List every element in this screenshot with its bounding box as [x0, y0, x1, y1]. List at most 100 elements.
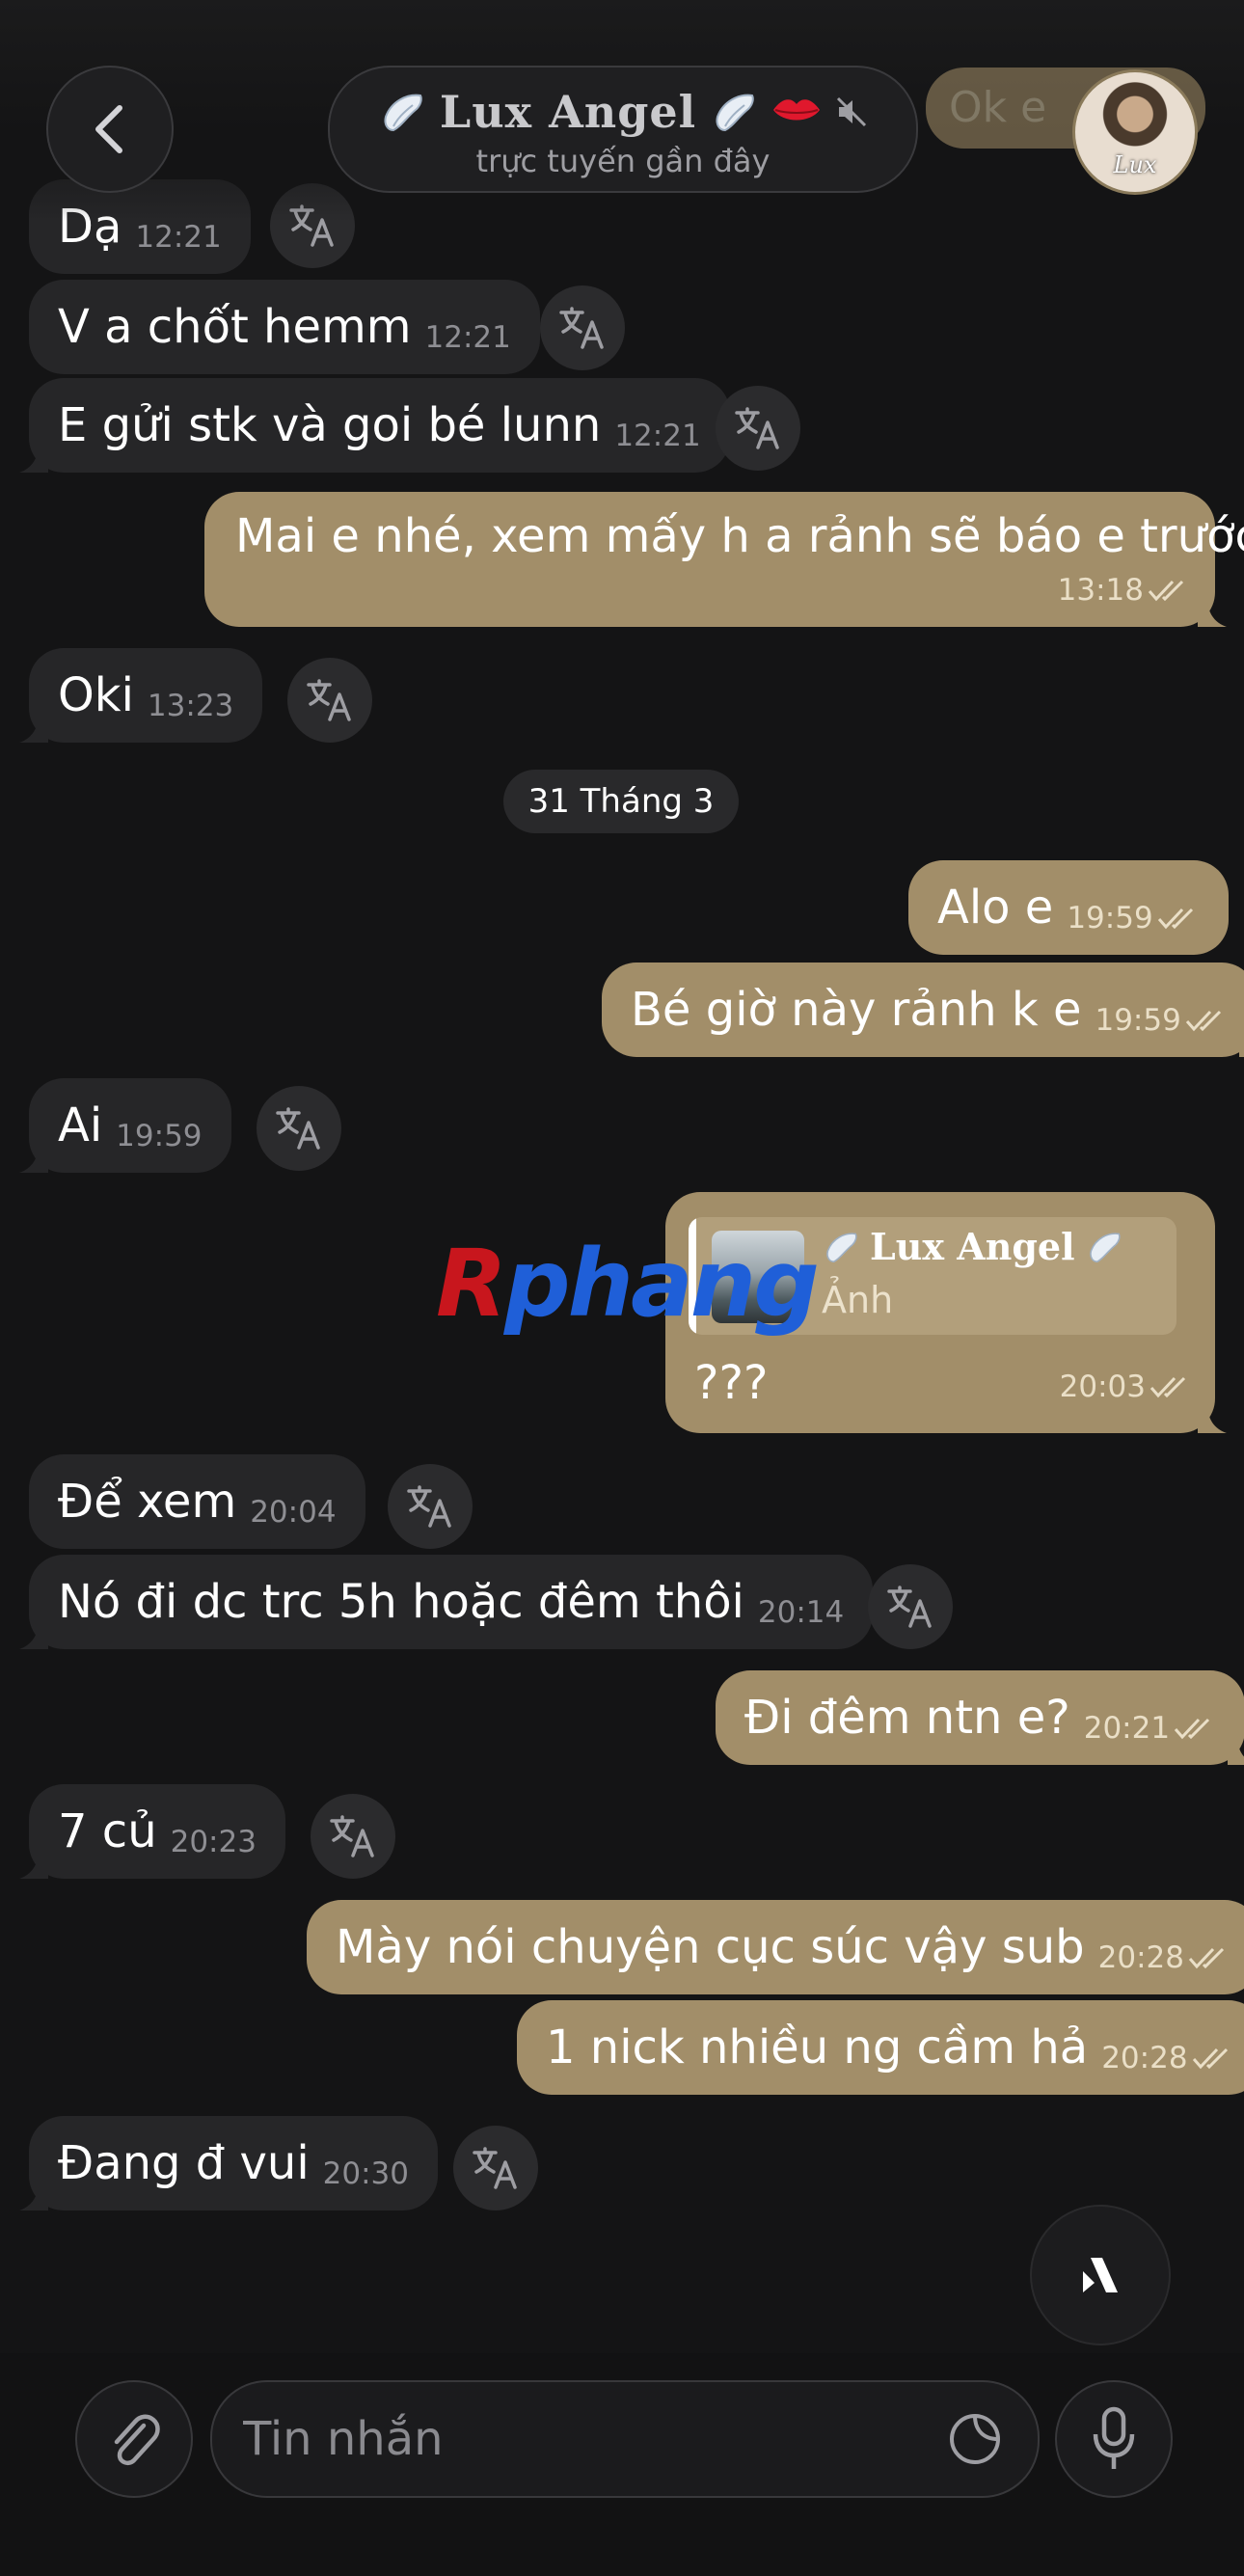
chat-title-row: Lux Angel [330, 81, 916, 143]
message-text: Alo e [937, 881, 1054, 935]
chevron-left-icon [95, 105, 122, 153]
message-time: 20:04 [250, 1495, 337, 1530]
avatar-logo: Lux [1113, 151, 1157, 178]
message-bubble[interactable]: 1 nick nhiều ng cầm hả 20:28 [517, 2000, 1244, 2095]
back-button[interactable] [46, 66, 174, 193]
reply-author: Lux Angel [822, 1225, 1123, 1268]
message-bubble[interactable]: Ai 19:59 [19, 1078, 231, 1173]
message-bubble[interactable]: E gửi stk và goi bé lunn 12:21 [19, 378, 730, 473]
message-text: Mày nói chuyện cục súc vậy sub [336, 1920, 1085, 1974]
bubble-tail [19, 444, 48, 473]
translate-icon [330, 1815, 374, 1857]
message-text: E gửi stk và goi bé lunn [58, 398, 602, 452]
bubble-tail [19, 1144, 48, 1173]
message-text: 7 củ [58, 1804, 157, 1858]
translate-button[interactable] [311, 1794, 395, 1879]
read-receipt-icon [1149, 1376, 1186, 1398]
message-time: 20:23 [170, 1825, 257, 1859]
angel-wing-icon [384, 94, 422, 132]
angel-wing-icon [1089, 1232, 1121, 1262]
message-text: Bé giờ này rảnh k e [631, 983, 1082, 1037]
reply-preview: Ảnh [822, 1279, 894, 1321]
message-time: 13:18 [1057, 573, 1144, 608]
angel-wing-icon [826, 1232, 857, 1262]
message-time: 19:59 [116, 1119, 203, 1153]
chat-header[interactable]: Lux Angel trực tuyến gần đây [328, 66, 918, 193]
translate-icon [407, 1485, 451, 1528]
translate-icon [473, 2147, 517, 2189]
bubble-tail [19, 2182, 48, 2210]
message-time: 20:28 [1097, 1940, 1184, 1975]
translate-icon [276, 1107, 320, 1150]
translate-icon [307, 679, 351, 721]
attach-button[interactable] [75, 2380, 193, 2498]
translate-button[interactable] [453, 2126, 538, 2210]
translate-icon [559, 307, 604, 349]
lips-icon [773, 99, 821, 121]
bubble-tail [19, 1850, 48, 1879]
message-text: Nó đi dc trc 5h hoặc đêm thôi [58, 1575, 744, 1629]
message-bubble[interactable]: Nó đi dc trc 5h hoặc đêm thôi 20:14 [19, 1555, 874, 1649]
translate-button[interactable] [716, 386, 800, 471]
message-bubble[interactable]: Bé giờ này rảnh k e 19:59 [602, 963, 1244, 1057]
read-receipt-icon [1157, 908, 1193, 930]
microphone-icon [1093, 2406, 1135, 2469]
read-receipt-icon [1188, 1947, 1225, 1969]
message-text: Để xem [58, 1475, 237, 1529]
bubble-tail [19, 1620, 48, 1649]
message-bubble[interactable]: Mày nói chuyện cục súc vậy sub 20:28 [307, 1900, 1244, 1994]
message-input-container[interactable] [210, 2380, 1040, 2498]
message-bubble[interactable]: Để xem 20:04 [29, 1454, 365, 1549]
sticker-icon[interactable] [947, 2411, 1003, 2467]
bubble-tail [1228, 1736, 1244, 1765]
bubble-tail [1238, 1028, 1244, 1057]
message-time: 19:59 [1095, 1003, 1181, 1038]
message-time: 12:21 [614, 419, 701, 453]
read-receipt-icon [1148, 580, 1184, 602]
message-text: Oki [58, 668, 134, 722]
watermark-logo: Rphang [436, 1230, 820, 1338]
message-bubble[interactable]: 7 củ 20:23 [19, 1784, 285, 1879]
message-time: 20:14 [757, 1595, 845, 1630]
message-text: Đi đêm ntn e? [744, 1691, 1070, 1745]
translate-button[interactable] [868, 1564, 953, 1649]
message-input[interactable] [241, 2401, 920, 2477]
read-receipt-icon [1192, 2047, 1228, 2070]
chat-status: trực tuyến gần đây [475, 143, 771, 179]
message-text: 1 nick nhiều ng cầm hả [546, 2020, 1089, 2074]
message-time: 20:21 [1083, 1711, 1171, 1746]
bubble-tail [1198, 1404, 1227, 1433]
bubble-tail [19, 714, 48, 743]
translate-button[interactable] [388, 1464, 473, 1549]
chat-title: Lux Angel [439, 86, 697, 138]
translate-button[interactable] [540, 285, 625, 370]
avatar[interactable]: Lux [1072, 69, 1198, 195]
message-bubble[interactable]: Đang đ vui 20:30 [19, 2116, 438, 2210]
translate-button[interactable] [257, 1086, 341, 1171]
microphone-button[interactable] [1055, 2380, 1173, 2498]
date-separator: 31 Tháng 3 [503, 770, 739, 833]
ai-assistant-button[interactable] [1030, 2205, 1171, 2346]
message-bubble[interactable]: Mai e nhé, xem mấy h a rảnh sẽ báo e trư… [204, 492, 1244, 627]
message-bubble[interactable]: Đi đêm ntn e? 20:21 [716, 1670, 1244, 1765]
bubble-tail [1198, 598, 1227, 627]
message-time: 12:21 [424, 320, 511, 355]
message-text: Đang đ vui [58, 2136, 310, 2190]
translate-button[interactable] [287, 658, 372, 743]
message-time: 20:30 [322, 2156, 409, 2191]
message-time: 20:28 [1101, 2041, 1188, 2075]
message-time: 13:23 [147, 689, 234, 723]
app-logo-icon [1083, 2258, 1118, 2292]
angel-wing-icon [716, 94, 754, 132]
message-time: 19:59 [1067, 901, 1153, 935]
translate-icon [735, 407, 779, 449]
muted-icon [837, 96, 867, 127]
message-time: 12:21 [135, 220, 222, 255]
paperclip-icon [114, 2414, 160, 2466]
translate-icon [887, 1586, 932, 1628]
message-bubble[interactable]: Oki 13:23 [19, 648, 263, 743]
message-bubble[interactable]: V a chốt hemm 12:21 [29, 280, 540, 374]
message-bubble[interactable]: Alo e 19:59 [908, 860, 1229, 955]
message-time: 20:03 [1059, 1369, 1146, 1404]
message-text: V a chốt hemm [58, 300, 412, 354]
